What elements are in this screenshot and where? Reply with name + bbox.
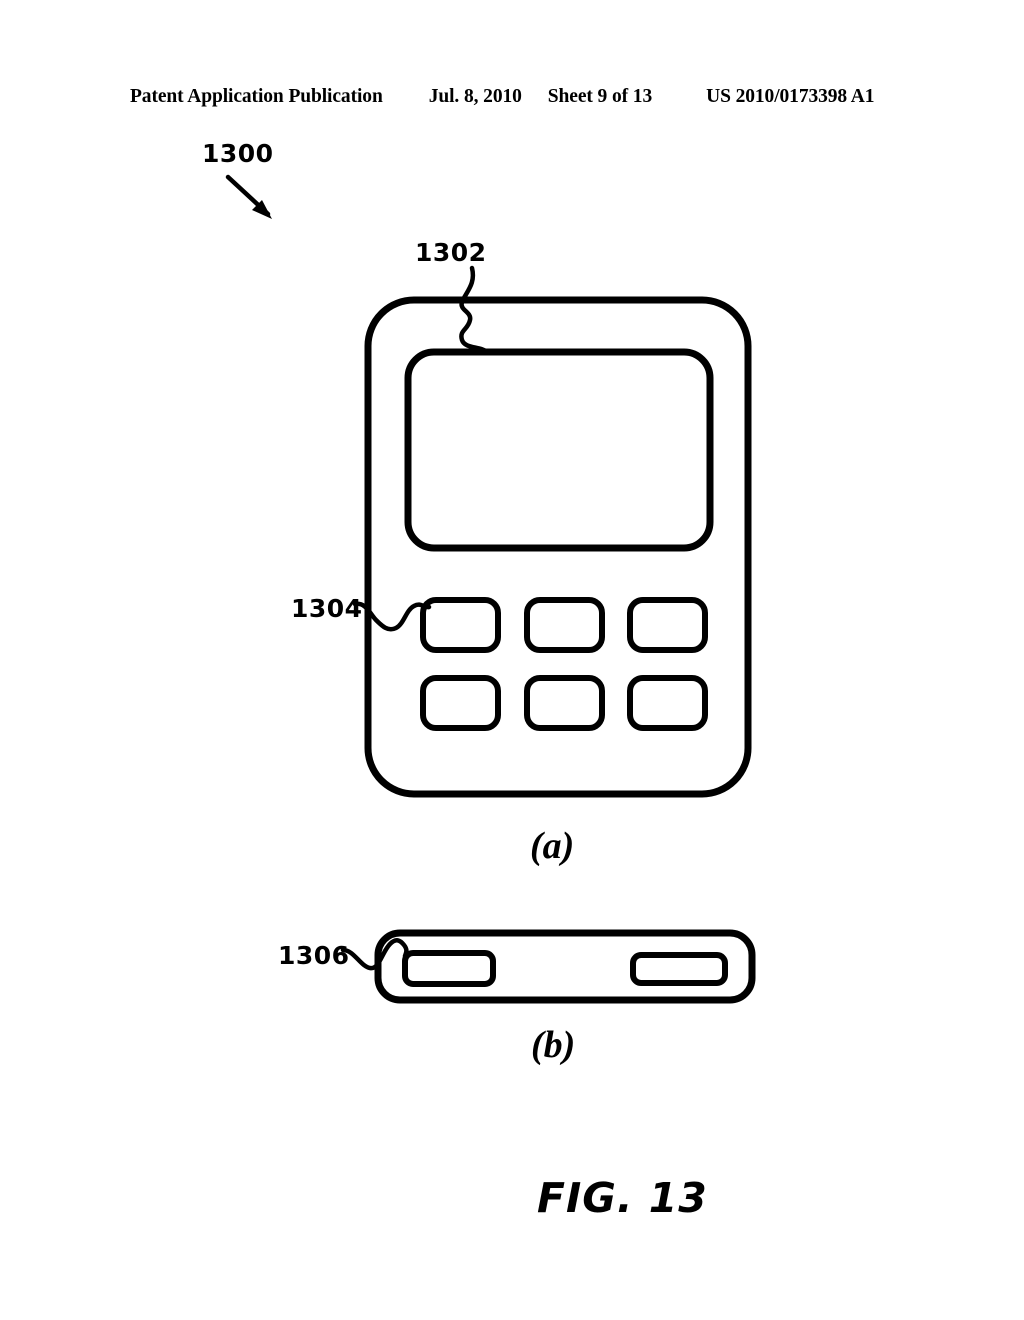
reference-numeral-1306: 1306 [278,941,350,970]
subfigure-a-front-view [352,265,752,798]
subfigure-caption-b: (b) [531,1024,576,1066]
keypad-button-6[interactable] [627,675,708,731]
keypad-button-3[interactable] [627,597,708,653]
keypad-button-1[interactable] [420,597,501,653]
side-view-right-port[interactable] [630,952,728,986]
subfigure-caption-a: (a) [530,825,575,867]
keypad-button-5[interactable] [524,675,605,731]
side-view-left-port[interactable] [402,950,496,987]
keypad-button-4[interactable] [420,675,501,731]
reference-numeral-1304: 1304 [291,594,363,623]
patent-figure-drawing [225,174,756,1004]
figure-title: FIG. 13 [537,1174,708,1222]
display-screen[interactable] [404,348,714,552]
keypad-button-2[interactable] [524,597,605,653]
subfigure-b-side-view [340,929,756,1004]
leader-1300 [225,174,272,219]
reference-numeral-1300: 1300 [202,139,274,168]
reference-numeral-1302: 1302 [415,238,487,267]
